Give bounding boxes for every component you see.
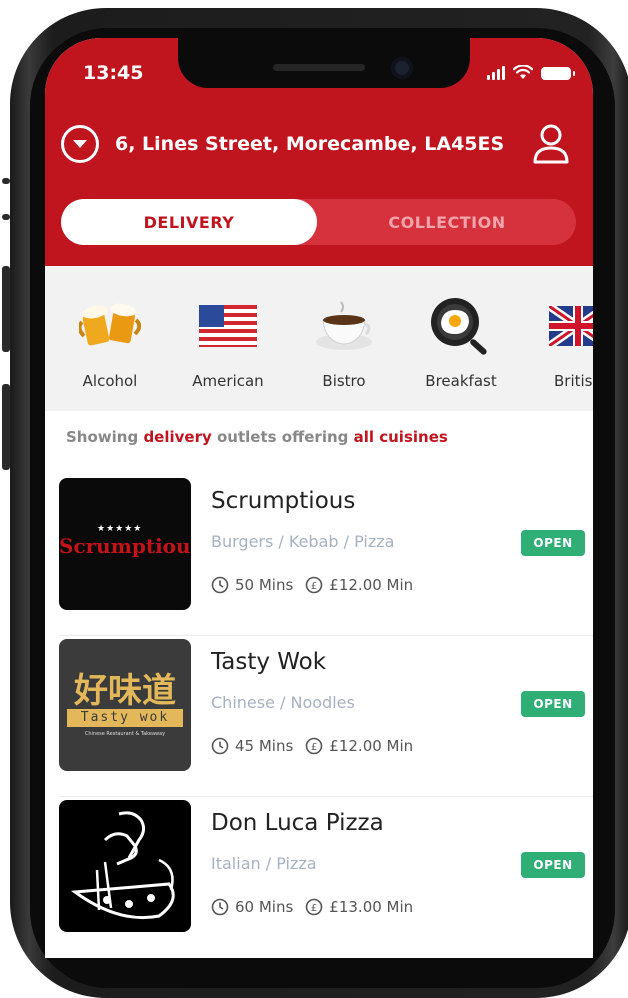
divider [59, 635, 593, 636]
pizza-hand-logo [70, 811, 175, 920]
clock-icon [211, 576, 229, 594]
beer-mugs-icon [79, 303, 141, 346]
status-icons [487, 64, 575, 80]
status-time: 13:45 [83, 62, 144, 84]
restaurant-card-scrumptious[interactable]: ★★★★★ Scrumptious Scrumptious Burgers / … [45, 476, 593, 636]
order-type-toggle: DELIVERY COLLECTION [61, 199, 576, 245]
phone-notch [178, 38, 470, 88]
svg-text:£: £ [311, 742, 317, 753]
profile-button[interactable] [531, 122, 571, 166]
speaker-grille [273, 64, 365, 71]
front-camera [391, 57, 413, 79]
status-badge: OPEN [521, 691, 585, 717]
restaurant-cuisines: Chinese / Noodles [211, 693, 355, 712]
coffee-cup-icon [316, 301, 372, 350]
app-screen: 13:45 6, Lines Street, Morecambe, LA45ES [45, 38, 593, 958]
volume-down-button [2, 384, 10, 470]
address-row[interactable]: 6, Lines Street, Morecambe, LA45ES [61, 120, 571, 168]
logo-stars: ★★★★★ [97, 524, 143, 534]
tab-collection[interactable]: COLLECTION [319, 199, 575, 245]
signal-icon [487, 64, 505, 80]
min-order: £12.00 Min [329, 576, 414, 594]
cuisine-label: American [192, 372, 264, 390]
cuisine-british[interactable]: British [523, 292, 593, 390]
cuisine-american[interactable]: American [173, 292, 283, 390]
min-order: £12.00 Min [329, 737, 414, 755]
cuisine-carousel[interactable]: Alcohol American Bistro Breakfast Britis [45, 266, 593, 411]
cuisine-alcohol[interactable]: Alcohol [55, 292, 165, 390]
logo-caption: Chinese Restaurant & Takeaway [84, 731, 166, 737]
status-badge: OPEN [521, 852, 585, 878]
frying-pan-egg-icon [431, 298, 487, 355]
delivery-time: 45 Mins [235, 737, 294, 755]
restaurant-logo: ★★★★★ Scrumptious [59, 478, 191, 610]
filter-mode: delivery [143, 428, 212, 446]
delivery-address[interactable]: 6, Lines Street, Morecambe, LA45ES [115, 133, 504, 155]
user-icon [533, 124, 569, 164]
restaurant-card-tasty-wok[interactable]: 好味道 Tasty wok Chinese Restaurant & Takea… [45, 637, 593, 797]
pound-icon: £ [305, 737, 323, 755]
restaurant-name: Scrumptious [211, 488, 356, 514]
min-order: £13.00 Min [329, 898, 414, 916]
cuisine-breakfast[interactable]: Breakfast [406, 292, 516, 390]
logo-text: Scrumptious [59, 534, 191, 558]
restaurant-card-don-luca-pizza[interactable]: Don Luca Pizza Italian / Pizza 60 Mins £… [45, 798, 593, 958]
address-dropdown-button[interactable] [61, 125, 99, 163]
cuisine-label: Alcohol [82, 372, 138, 390]
logo-text: 好味道 [74, 671, 176, 711]
cuisine-label: British [554, 372, 593, 390]
restaurant-meta: 60 Mins £ £13.00 Min [211, 898, 413, 916]
clock-icon [211, 737, 229, 755]
restaurant-cuisines: Burgers / Kebab / Pizza [211, 532, 395, 551]
wifi-icon [513, 65, 533, 79]
filter-cuisine: all cuisines [353, 428, 448, 446]
chevron-down-icon [73, 140, 87, 148]
status-badge: OPEN [521, 530, 585, 556]
battery-icon [541, 67, 575, 80]
volume-up-button [2, 266, 10, 352]
delivery-time: 50 Mins [235, 576, 294, 594]
filter-prefix: Showing [66, 428, 139, 446]
phone-side-dot [2, 178, 10, 184]
us-flag-icon [199, 305, 257, 347]
restaurant-logo [59, 800, 191, 932]
svg-text:£: £ [311, 903, 317, 914]
phone-side-dot [2, 214, 10, 220]
uk-flag-icon [549, 306, 593, 346]
restaurant-logo: 好味道 Tasty wok Chinese Restaurant & Takea… [59, 639, 191, 771]
filter-summary: Showing delivery outlets offering all cu… [66, 428, 448, 446]
pound-icon: £ [305, 898, 323, 916]
cuisine-label: Bistro [322, 372, 366, 390]
restaurant-name: Don Luca Pizza [211, 810, 384, 836]
tab-delivery[interactable]: DELIVERY [61, 199, 317, 245]
app-header: 13:45 6, Lines Street, Morecambe, LA45ES [45, 38, 593, 266]
delivery-time: 60 Mins [235, 898, 294, 916]
restaurant-meta: 45 Mins £ £12.00 Min [211, 737, 413, 755]
divider [59, 796, 593, 797]
restaurant-name: Tasty Wok [211, 649, 327, 675]
logo-subtitle: Tasty wok [67, 709, 183, 727]
clock-icon [211, 898, 229, 916]
restaurant-cuisines: Italian / Pizza [211, 854, 317, 873]
cuisine-label: Breakfast [425, 372, 497, 390]
svg-text:£: £ [311, 581, 317, 592]
cuisine-bistro[interactable]: Bistro [289, 292, 399, 390]
pound-icon: £ [305, 576, 323, 594]
restaurant-meta: 50 Mins £ £12.00 Min [211, 576, 413, 594]
filter-middle: outlets offering [217, 428, 349, 446]
